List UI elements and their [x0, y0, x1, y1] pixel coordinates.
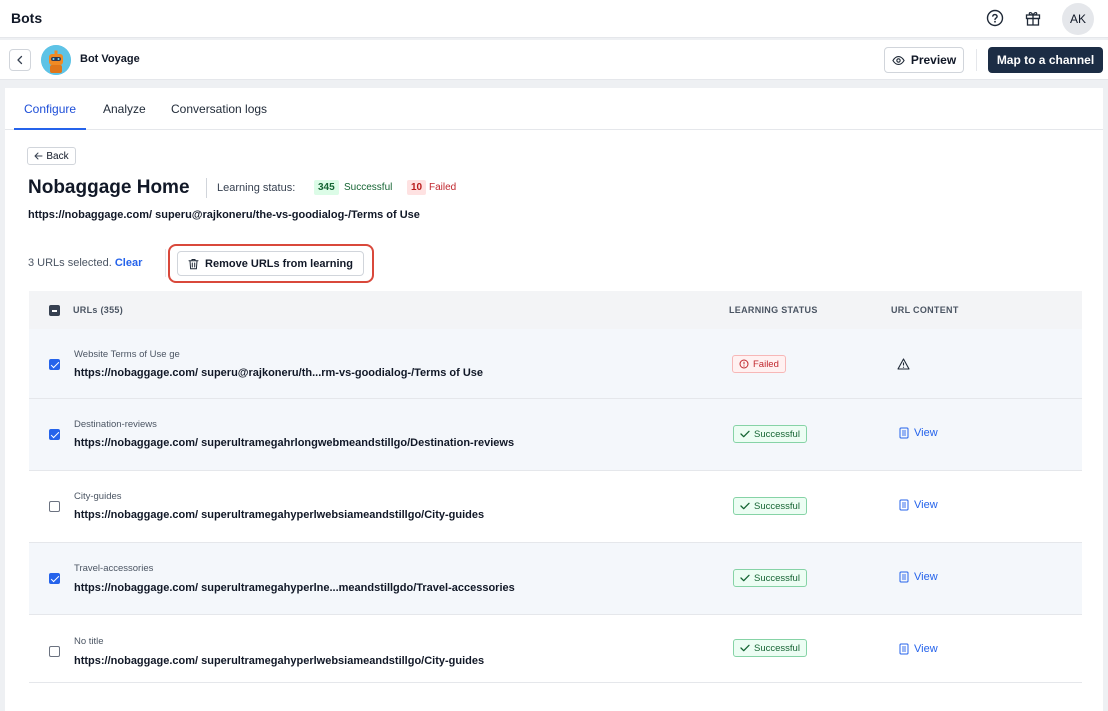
- warning-triangle-icon: [897, 357, 910, 375]
- status-label: Failed: [753, 358, 779, 370]
- row-url: https://nobaggage.com/ superultramegahyp…: [74, 509, 485, 521]
- table-row[interactable]: Website Terms of Use ge https://nobaggag…: [29, 329, 1082, 399]
- document-icon: [899, 643, 909, 655]
- divider: [206, 178, 207, 198]
- back-button[interactable]: Back: [27, 147, 76, 165]
- active-tab-indicator: [14, 128, 86, 130]
- view-label: View: [914, 571, 938, 583]
- preview-label: Preview: [910, 53, 957, 67]
- check-icon: [740, 502, 750, 510]
- failed-label: Failed: [429, 182, 457, 193]
- page-title: Nobaggage Home: [28, 177, 190, 198]
- row-title: Destination-reviews: [74, 419, 157, 430]
- url-content-column-header: URL CONTENT: [891, 305, 959, 315]
- learning-status-column-header: LEARNING STATUS: [729, 305, 818, 315]
- bot-name: Bot Voyage: [80, 53, 140, 65]
- clear-selection-link[interactable]: Clear: [115, 257, 143, 269]
- row-title: City-guides: [74, 491, 122, 502]
- urls-column-header: URLs (355): [73, 305, 124, 315]
- alert-circle-icon: [739, 359, 749, 369]
- divider: [976, 49, 977, 71]
- row-url: https://nobaggage.com/ superultramegahyp…: [74, 582, 515, 594]
- chevron-left-icon: [17, 55, 23, 65]
- tab-bar: Configure Analyze Conversation logs: [5, 88, 1103, 130]
- row-checkbox[interactable]: [49, 646, 60, 657]
- status-badge: Failed: [732, 355, 786, 373]
- check-icon: [740, 644, 750, 652]
- tab-analyze[interactable]: Analyze: [103, 102, 146, 116]
- selected-count-text: 3 URLs selected.: [28, 257, 112, 269]
- help-circle-icon[interactable]: [983, 6, 1007, 30]
- document-icon: [899, 427, 909, 439]
- back-label: Back: [46, 150, 69, 162]
- row-url: https://nobaggage.com/ superultramegahyp…: [74, 655, 485, 667]
- status-label: Successful: [754, 572, 800, 584]
- bot-header: Bot Voyage Preview Map to a channel: [0, 40, 1108, 80]
- view-label: View: [914, 643, 938, 655]
- status-badge: Successful: [733, 425, 807, 443]
- status-badge: Successful: [733, 497, 807, 515]
- page-url: https://nobaggage.com/ superu@rajkoneru/…: [28, 209, 420, 221]
- row-title: Travel-accessories: [74, 563, 154, 574]
- row-url: https://nobaggage.com/ superu@rajkoneru/…: [74, 367, 484, 379]
- view-label: View: [914, 499, 938, 511]
- back-arrow-button[interactable]: [9, 49, 31, 71]
- table-header: URLs (355) LEARNING STATUS URL CONTENT: [29, 291, 1082, 329]
- check-icon: [740, 574, 750, 582]
- row-checkbox[interactable]: [49, 429, 60, 440]
- status-label: Successful: [754, 642, 800, 654]
- table-row[interactable]: City-guides https://nobaggage.com/ super…: [29, 471, 1082, 543]
- table-row[interactable]: No title https://nobaggage.com/ superult…: [29, 615, 1082, 683]
- check-icon: [740, 430, 750, 438]
- gift-icon[interactable]: [1021, 6, 1045, 30]
- table-row[interactable]: Travel-accessories https://nobaggage.com…: [29, 543, 1082, 615]
- tab-conversation-logs[interactable]: Conversation logs: [171, 102, 267, 116]
- divider: [165, 249, 166, 277]
- bot-avatar: [41, 45, 71, 75]
- app-title: Bots: [11, 10, 43, 26]
- row-url: https://nobaggage.com/ superultramegahrl…: [74, 437, 515, 449]
- map-to-channel-button[interactable]: Map to a channel: [988, 47, 1103, 73]
- status-badge: Successful: [733, 639, 807, 657]
- trash-icon: [188, 258, 199, 269]
- view-content-link[interactable]: View: [899, 427, 938, 439]
- view-content-link[interactable]: View: [899, 643, 938, 655]
- row-checkbox[interactable]: [49, 573, 60, 584]
- eye-icon: [892, 55, 905, 65]
- view-content-link[interactable]: View: [899, 499, 938, 511]
- main-panel: Configure Analyze Conversation logs Back…: [5, 88, 1103, 711]
- document-icon: [899, 499, 909, 511]
- top-bar: Bots AK: [0, 0, 1108, 38]
- selection-summary: 3 URLs selected. Clear: [28, 257, 142, 269]
- success-count-badge: 345: [314, 180, 339, 195]
- learning-status-label: Learning status:: [217, 182, 296, 194]
- failed-count-badge: 10: [407, 180, 427, 195]
- remove-urls-label: Remove URLs from learning: [205, 257, 353, 270]
- remove-urls-button[interactable]: Remove URLs from learning: [177, 251, 364, 276]
- view-content-link[interactable]: View: [899, 571, 938, 583]
- row-checkbox[interactable]: [49, 501, 60, 512]
- user-avatar[interactable]: AK: [1062, 3, 1094, 35]
- status-badge: Successful: [733, 569, 807, 587]
- row-title: No title: [74, 636, 104, 647]
- tab-configure[interactable]: Configure: [24, 102, 76, 116]
- status-label: Successful: [754, 500, 800, 512]
- arrow-left-icon: [34, 152, 43, 160]
- document-icon: [899, 571, 909, 583]
- success-label: Successful: [344, 182, 393, 193]
- view-label: View: [914, 427, 938, 439]
- status-label: Successful: [754, 428, 800, 440]
- row-checkbox[interactable]: [49, 359, 60, 370]
- row-title: Website Terms of Use ge: [74, 349, 180, 360]
- select-all-checkbox[interactable]: [49, 305, 60, 316]
- table-row[interactable]: Destination-reviews https://nobaggage.co…: [29, 399, 1082, 471]
- preview-button[interactable]: Preview: [884, 47, 964, 73]
